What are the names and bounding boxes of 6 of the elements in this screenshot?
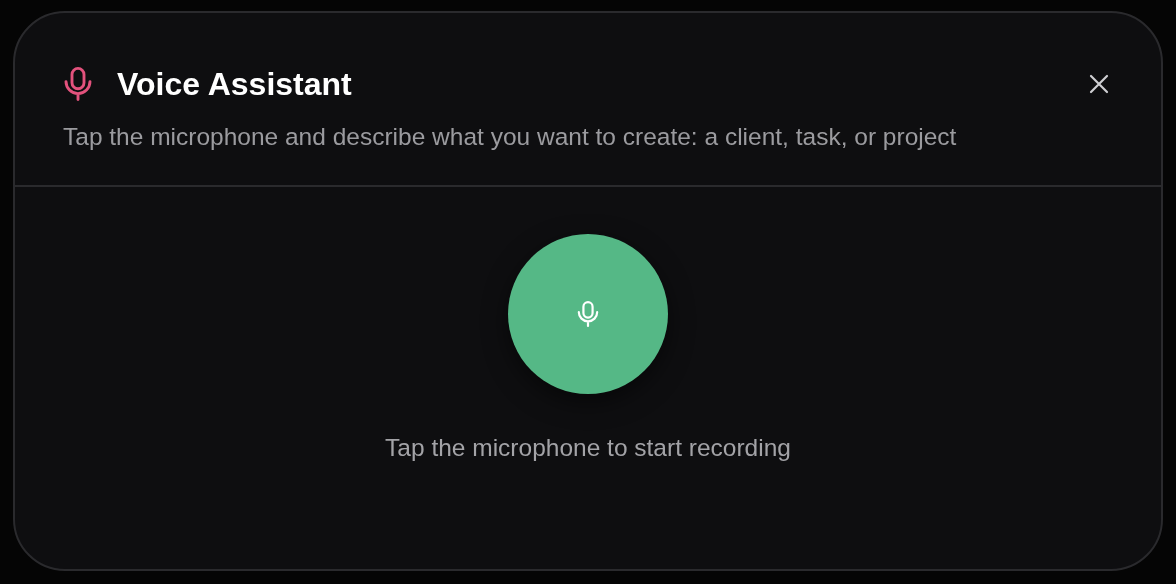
recording-hint: Tap the microphone to start recording	[385, 433, 791, 464]
microphone-icon	[577, 300, 599, 329]
dialog-description: Tap the microphone and describe what you want to create: a client, task, or project	[63, 122, 958, 153]
close-icon	[1089, 74, 1109, 95]
dialog-title: Voice Assistant	[117, 65, 352, 104]
microphone-icon	[63, 66, 93, 103]
